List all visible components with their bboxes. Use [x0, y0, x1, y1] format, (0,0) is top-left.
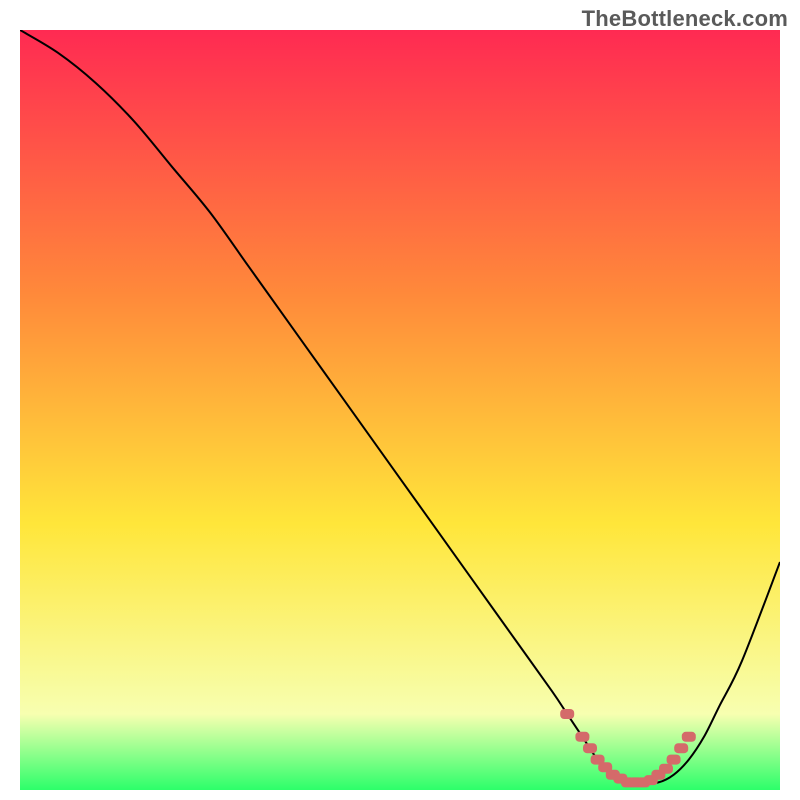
highlight-marker — [560, 709, 574, 719]
highlight-marker — [667, 755, 681, 765]
chart-container: TheBottleneck.com — [0, 0, 800, 800]
watermark-text: TheBottleneck.com — [582, 6, 788, 32]
highlight-marker — [682, 732, 696, 742]
gradient-background — [20, 30, 780, 790]
highlight-marker — [575, 732, 589, 742]
plot-svg — [20, 30, 780, 790]
plot-area — [20, 30, 780, 790]
highlight-marker — [674, 743, 688, 753]
highlight-marker — [583, 743, 597, 753]
highlight-marker — [659, 764, 673, 774]
